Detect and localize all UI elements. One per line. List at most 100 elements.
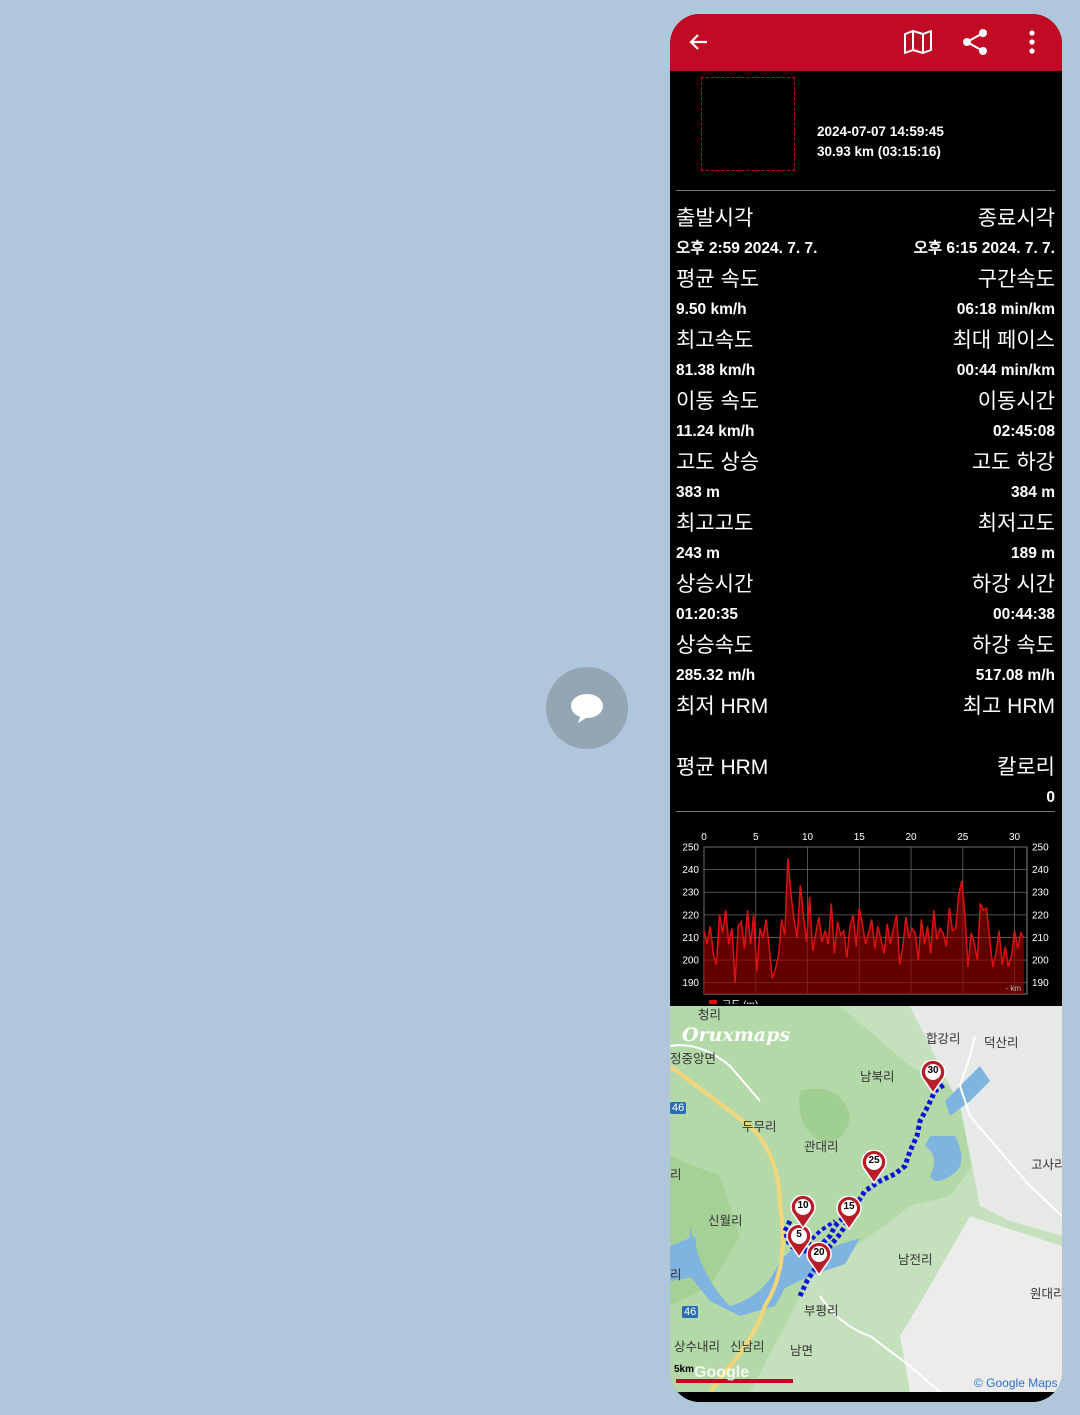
stat-value: 189 m (1011, 545, 1055, 562)
map-label: 두무리 (742, 1120, 777, 1134)
stat-label: 이동 속도 (676, 390, 760, 413)
back-arrow-icon (689, 34, 707, 50)
chart-x-tick-label: 10 (802, 832, 814, 843)
chart-y-tick-label-left: 240 (682, 865, 699, 876)
map-label: 합강리 (926, 1032, 961, 1046)
divider (676, 190, 1055, 191)
stat-row-start-end: 출발시각 오후 2:59 2024. 7. 7. 종료시각 오후 6:15 20… (676, 206, 1055, 267)
map-label: 신월리 (708, 1214, 743, 1228)
route-marker-label: 5 (796, 1229, 802, 1240)
route-marker-label: 10 (797, 1200, 809, 1211)
stat-label: 최저 HRM (676, 695, 769, 718)
road-shield: 46 (682, 1306, 699, 1318)
stat-value: 285.32 m/h (676, 667, 756, 684)
route-track (782, 1081, 947, 1298)
stat-label: 평균 속도 (676, 268, 760, 291)
stat-label: 고도 상승 (676, 451, 760, 474)
stat-row-speed: 평균 속도 9.50 km/h 구간속도 06:18 min/km (676, 267, 1055, 328)
chart-x-tick-label: 30 (1009, 832, 1021, 843)
stat-row-max-speed: 최고속도 81.38 km/h 최대 페이스 00:44 min/km (676, 328, 1055, 389)
stat-label: 상승속도 (676, 634, 754, 657)
map-label: 남전리 (898, 1253, 933, 1267)
route-map[interactable]: 청리 Oruxmaps 정중앙면 합강리 덕산리 남북리 두무리 관대리 고사리… (670, 1006, 1062, 1392)
stat-label: 칼로리 (997, 756, 1055, 779)
elevation-chart: 0 5 10 15 20 25 30 190 190 200 200 210 210 220 220 230 2… (682, 832, 1049, 1004)
stat-value: 81.38 km/h (676, 362, 756, 379)
stat-row-elevation-change: 고도 상승 383 m 고도 하강 384 m (676, 450, 1055, 511)
track-summary: 2024-07-07 14:59:45 30.93 km (03:15:16) (817, 122, 944, 161)
map-label: 정중앙면 (670, 1052, 717, 1066)
chart-y-tick-label-right: 210 (1032, 933, 1049, 944)
chart-y-tick-label-right: 250 (1032, 843, 1049, 854)
map-button[interactable] (901, 25, 935, 59)
track-thumbnail[interactable] (701, 77, 795, 171)
stat-label: 출발시각 (676, 207, 754, 230)
map-attribution[interactable]: © Google Maps (974, 1376, 1058, 1390)
chart-x-tick-label: 5 (753, 832, 759, 843)
stat-row-moving: 이동 속도 11.24 km/h 이동시간 02:45:08 (676, 389, 1055, 450)
stat-label: 상승시간 (676, 573, 754, 596)
stat-value: 01:20:35 (676, 606, 739, 623)
more-vert-icon (1029, 30, 1035, 54)
bottom-edge (670, 1392, 1062, 1402)
chart-y-tick-label-left: 210 (682, 933, 699, 944)
google-logo: Google (694, 1364, 750, 1381)
phone-screen: 2024-07-07 14:59:45 30.93 km (03:15:16) … (670, 14, 1062, 1402)
map-label: 관대리 (804, 1140, 839, 1154)
stat-label: 최고 HRM (962, 695, 1055, 718)
share-button[interactable] (958, 25, 992, 59)
chart-x-tick-label: 15 (854, 832, 866, 843)
stat-label: 이동시간 (977, 390, 1055, 413)
chat-bubble-button[interactable] (546, 667, 628, 749)
map-label: 덕산리 (984, 1036, 1019, 1050)
chart-y-tick-label-right: 200 (1032, 956, 1049, 967)
road-shield: 46 (670, 1102, 687, 1114)
stat-value: 9.50 km/h (676, 301, 747, 318)
chart-y-tick-label-right: 240 (1032, 865, 1049, 876)
map-label: 리 (670, 1268, 682, 1282)
stat-value: 06:18 min/km (956, 301, 1055, 318)
stat-label: 최저고도 (977, 512, 1055, 535)
more-options-button[interactable] (1015, 25, 1049, 59)
map-label: 상수내리 (674, 1340, 721, 1354)
map-label: 원대리 (1030, 1287, 1062, 1301)
route-marker-label: 25 (868, 1155, 880, 1166)
share-icon (963, 29, 987, 55)
route-marker-label: 15 (843, 1201, 855, 1212)
route-marker-label: 30 (927, 1065, 939, 1076)
map-scale-label: 5km (674, 1364, 695, 1375)
route-marker-label: 20 (813, 1247, 825, 1258)
stat-value: 11.24 km/h (676, 423, 755, 440)
chart-y-tick-label-right: 220 (1032, 910, 1049, 921)
track-distance-time: 30.93 km (03:15:16) (817, 143, 941, 159)
map-label: 고사리 (1031, 1158, 1062, 1172)
stat-label: 최고속도 (676, 329, 754, 352)
map-label: 부평리 (804, 1304, 839, 1318)
stat-label: 평균 HRM (676, 756, 769, 779)
stat-value: 02:45:08 (992, 423, 1055, 440)
stat-label: 최대 페이스 (952, 329, 1055, 352)
stat-value: 오후 6:15 2024. 7. 7. (913, 240, 1055, 257)
map-label: 남북리 (860, 1070, 895, 1084)
stat-row-avg-hrm-calories: 평균 HRM 칼로리 0 (676, 755, 1055, 816)
back-button[interactable] (682, 25, 716, 59)
stat-value: 0 (1046, 789, 1055, 806)
stats-grid: 출발시각 오후 2:59 2024. 7. 7. 종료시각 오후 6:15 20… (676, 206, 1055, 816)
map-label: 남면 (790, 1344, 814, 1358)
stat-row-climb-speed: 상승속도 285.32 m/h 하강 속도 517.08 m/h (676, 633, 1055, 694)
legend-label: 고도 (m) (722, 1000, 758, 1004)
chart-y-tick-label-left: 250 (682, 843, 699, 854)
chart-y-tick-label-left: 200 (682, 956, 699, 967)
map-label: 신남리 (730, 1340, 765, 1354)
stat-value: 517.08 m/h (975, 667, 1055, 684)
stat-label: 하강 속도 (971, 634, 1055, 657)
map-label: 리 (670, 1168, 682, 1182)
map-label: 청리 (698, 1008, 722, 1022)
stat-row-climb-time: 상승시간 01:20:35 하강 시간 00:44:38 (676, 572, 1055, 633)
chart-y-tick-label-right: 230 (1032, 888, 1049, 899)
app-bar (670, 14, 1062, 71)
stat-label: 최고고도 (676, 512, 754, 535)
stat-label: 하강 시간 (971, 573, 1055, 596)
stat-row-elevation-extremes: 최고고도 243 m 최저고도 189 m (676, 511, 1055, 572)
chart-y-tick-label-left: 230 (682, 888, 699, 899)
